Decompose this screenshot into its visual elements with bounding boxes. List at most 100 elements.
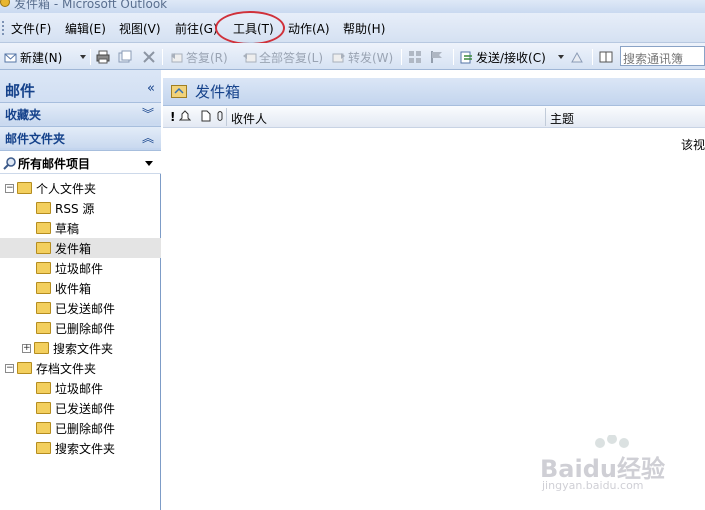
- send-receive-label: 发送/接收(C): [476, 50, 546, 65]
- importance-column-icon[interactable]: !: [170, 110, 175, 124]
- folder-tree-item[interactable]: 垃圾邮件: [0, 258, 161, 278]
- forward-icon: [332, 50, 346, 64]
- collapse-icon[interactable]: −: [5, 183, 14, 193]
- new-button[interactable]: 新建(N): [4, 48, 62, 66]
- new-mail-icon: [4, 50, 18, 64]
- outbox-folder-icon: [171, 85, 187, 98]
- menu-help[interactable]: 帮助(H): [343, 20, 385, 37]
- reply-button[interactable]: 答复(R): [170, 48, 228, 66]
- folder-icon: [36, 222, 51, 234]
- folder-icon: [36, 422, 51, 434]
- folder-tree-label: 存档文件夹: [36, 361, 97, 376]
- empty-view-message: 该视: [681, 138, 705, 152]
- reply-all-button[interactable]: 全部答复(L): [243, 48, 323, 66]
- folder-tree-item[interactable]: 已删除邮件: [0, 418, 161, 438]
- collapse-pane-icon[interactable]: «: [147, 81, 155, 96]
- attachment-icon[interactable]: [216, 110, 224, 125]
- print-button[interactable]: [96, 48, 112, 66]
- watermark-url: jingyan.baidu.com: [542, 479, 644, 492]
- column-divider[interactable]: [545, 108, 546, 126]
- search-folder-icon: [3, 156, 17, 173]
- address-book-button[interactable]: [599, 48, 615, 66]
- folder-tree-item[interactable]: + 搜索文件夹: [0, 338, 161, 358]
- document-icon[interactable]: [201, 110, 211, 125]
- folder-tree-item[interactable]: 搜索文件夹: [0, 438, 161, 458]
- menu-go[interactable]: 前往(G): [175, 20, 218, 37]
- categories-icon: [408, 50, 422, 64]
- folder-tree-label: RSS 源: [55, 201, 95, 216]
- folder-tree-label: 已删除邮件: [55, 421, 116, 436]
- move-to-folder-button[interactable]: [118, 48, 134, 66]
- toolbar-separator: [592, 49, 593, 65]
- chevron-down-icon: [80, 55, 86, 59]
- folder-tree-label: 草稿: [55, 221, 80, 236]
- collapse-icon[interactable]: −: [5, 363, 14, 373]
- folder-tree-item[interactable]: 已发送邮件: [0, 298, 161, 318]
- find-contact-icon: [570, 50, 584, 64]
- to-column-header[interactable]: 收件人: [231, 110, 267, 127]
- search-placeholder: 搜索通讯簿: [623, 52, 684, 66]
- folder-title: 发件箱: [195, 83, 241, 101]
- folder-header: 发件箱: [163, 78, 705, 106]
- folder-tree-item[interactable]: − 个人文件夹: [5, 178, 161, 198]
- folder-tree-item[interactable]: 垃圾邮件: [0, 378, 161, 398]
- reply-all-button-label: 全部答复(L): [259, 50, 324, 65]
- folder-icon: [36, 282, 51, 294]
- menu-grip-icon: [2, 21, 5, 35]
- menu-actions[interactable]: 动作(A): [288, 20, 330, 37]
- folder-tree-label: 发件箱: [55, 241, 92, 256]
- window-title: 发件箱 - Microsoft Outlook: [14, 0, 168, 11]
- folder-tree-label: 已删除邮件: [55, 321, 116, 336]
- folder-icon: [36, 302, 51, 314]
- folder-tree-label: 搜索文件夹: [55, 441, 116, 456]
- delete-button[interactable]: [142, 48, 158, 66]
- folder-tree-label: 垃圾邮件: [55, 381, 104, 396]
- menu-edit[interactable]: 编辑(E): [65, 20, 106, 37]
- folder-tree-item[interactable]: RSS 源: [0, 198, 161, 218]
- folder-icon: [36, 202, 51, 214]
- categorize-button[interactable]: [408, 48, 424, 66]
- folder-tree-item[interactable]: 收件箱: [0, 278, 161, 298]
- expand-icon[interactable]: +: [22, 343, 31, 353]
- nav-pane-title: 邮件: [5, 82, 36, 100]
- folder-tree-item[interactable]: 草稿: [0, 218, 161, 238]
- toolbar-separator: [162, 49, 163, 65]
- follow-up-button[interactable]: [430, 48, 446, 66]
- reminder-bell-icon[interactable]: [178, 110, 192, 125]
- address-book-search-input[interactable]: 搜索通讯簿: [620, 46, 705, 66]
- folder-icon: [17, 362, 32, 374]
- send-receive-button[interactable]: 发送/接收(C): [460, 48, 546, 66]
- title-bar: 发件箱 - Microsoft Outlook: [0, 0, 705, 13]
- folder-tree-item[interactable]: 已删除邮件: [0, 318, 161, 338]
- chevron-down-icon: [558, 55, 564, 59]
- folder-tree-item[interactable]: − 存档文件夹: [5, 358, 161, 378]
- chevron-down-icon[interactable]: ︾: [142, 105, 154, 122]
- all-mail-items-dropdown[interactable]: 所有邮件项目: [0, 150, 161, 174]
- folder-icon: [17, 182, 32, 194]
- flag-icon: [430, 50, 444, 64]
- folder-tree-item[interactable]: 发件箱: [0, 238, 161, 258]
- favorites-section[interactable]: 收藏夹 ︾: [0, 102, 161, 124]
- menu-view[interactable]: 视图(V): [119, 20, 161, 37]
- column-divider[interactable]: [226, 108, 227, 126]
- folder-icon: [36, 262, 51, 274]
- mail-folders-section[interactable]: 邮件文件夹 ︽: [0, 126, 161, 148]
- new-dropdown-button[interactable]: [76, 48, 86, 66]
- folder-tree-item[interactable]: 已发送邮件: [0, 398, 161, 418]
- chevron-up-icon[interactable]: ︽: [142, 129, 154, 146]
- menu-file[interactable]: 文件(F): [11, 20, 51, 37]
- folder-tree-label: 个人文件夹: [36, 181, 97, 196]
- reply-icon: [170, 50, 184, 64]
- menu-bar: 文件(F) 编辑(E) 视图(V) 前往(G) 工具(T) 动作(A) 帮助(H…: [0, 13, 705, 43]
- folder-icon: [36, 402, 51, 414]
- folder-tree-label: 已发送邮件: [55, 401, 116, 416]
- folder-tree-label: 搜索文件夹: [53, 341, 114, 356]
- subject-column-header[interactable]: 主题: [550, 110, 574, 127]
- forward-button[interactable]: 转发(W): [332, 48, 393, 66]
- toolbar-separator: [90, 49, 91, 65]
- find-button[interactable]: [570, 48, 586, 66]
- move-folder-icon: [118, 50, 132, 64]
- send-receive-dropdown[interactable]: [554, 48, 564, 66]
- column-header-row: ! 收件人 主题: [163, 106, 705, 128]
- forward-button-label: 转发(W): [348, 50, 394, 65]
